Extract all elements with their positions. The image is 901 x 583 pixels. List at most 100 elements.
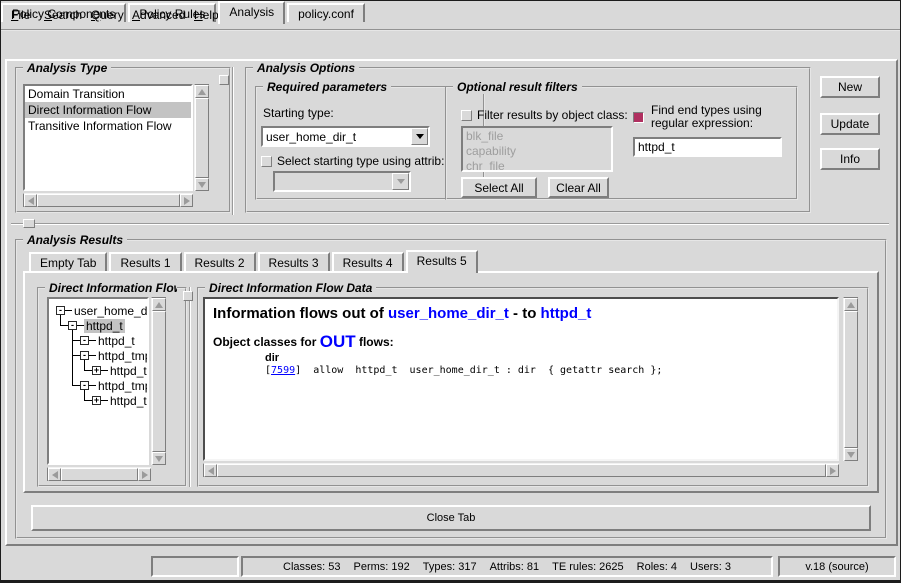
tree-node-label[interactable]: httpd_t bbox=[96, 334, 137, 348]
tab-analysis[interactable]: Analysis bbox=[218, 1, 285, 24]
attrib-checkbox-row: Select starting type using attrib: bbox=[261, 154, 444, 168]
horizontal-sash[interactable] bbox=[11, 223, 889, 225]
vertical-sash[interactable] bbox=[189, 287, 191, 487]
filter-by-object-class-label: Filter results by object class: bbox=[477, 108, 628, 122]
menu-bar: File Search Query Advanced Help bbox=[1, 1, 900, 31]
scroll-left-icon[interactable] bbox=[48, 468, 61, 481]
menu-search[interactable]: Search bbox=[44, 8, 82, 22]
find-end-types-checkbox[interactable] bbox=[633, 112, 644, 123]
menu-query[interactable]: Query bbox=[91, 8, 124, 22]
sash-grip[interactable] bbox=[219, 75, 229, 85]
stat-classes: Classes: 53 bbox=[283, 561, 340, 573]
close-tab-button[interactable]: Close Tab bbox=[31, 505, 871, 531]
filter-checkbox-row: Filter results by object class: bbox=[461, 108, 628, 122]
flow-data-hscrollbar[interactable] bbox=[203, 463, 839, 477]
flow-heading: Information flows out of user_home_dir_t… bbox=[213, 305, 829, 322]
tree-node-label[interactable]: httpd_tmpfs_ bbox=[96, 379, 149, 393]
scroll-down-icon[interactable] bbox=[195, 178, 209, 191]
flow-data-textarea[interactable]: Information flows out of user_home_dir_t… bbox=[203, 297, 839, 461]
attrib-combobox-disabled[interactable] bbox=[273, 171, 411, 192]
scroll-left-icon[interactable] bbox=[24, 194, 37, 207]
dropdown-arrow-icon[interactable] bbox=[411, 128, 428, 145]
scrollbar-thumb[interactable] bbox=[37, 194, 180, 207]
flow-tree-vscrollbar[interactable] bbox=[151, 297, 166, 465]
stat-types: Types: 317 bbox=[423, 561, 477, 573]
scrollbar-thumb[interactable] bbox=[61, 468, 138, 481]
analysis-type-item[interactable]: Domain Transition bbox=[25, 86, 191, 102]
analysis-type-item[interactable]: Transitive Information Flow bbox=[25, 118, 191, 134]
regex-input[interactable]: httpd_t bbox=[633, 137, 782, 157]
filter-by-object-class-checkbox[interactable] bbox=[461, 110, 472, 121]
attrib-combobox-value bbox=[275, 173, 392, 190]
scroll-up-icon[interactable] bbox=[844, 298, 858, 311]
tree-node-label[interactable]: httpd_t bbox=[108, 394, 149, 408]
analysis-type-hscrollbar[interactable] bbox=[23, 193, 193, 207]
tree-collapse-icon[interactable]: - bbox=[68, 321, 77, 330]
menu-advanced[interactable]: Advanced bbox=[132, 8, 185, 22]
tab-results-2[interactable]: Results 2 bbox=[184, 252, 256, 271]
tree-collapse-icon[interactable]: - bbox=[80, 351, 89, 360]
info-button[interactable]: Info bbox=[820, 148, 880, 170]
scroll-right-icon[interactable] bbox=[180, 194, 193, 207]
starting-type-combobox[interactable]: user_home_dir_t bbox=[261, 126, 430, 147]
tree-node-label[interactable]: httpd_t bbox=[108, 364, 149, 378]
tree-node: + httpd_t bbox=[92, 363, 149, 378]
scroll-down-icon[interactable] bbox=[844, 448, 858, 461]
analysis-type-listbox: Domain Transition Direct Information Flo… bbox=[23, 84, 193, 191]
analysis-type-item-selected[interactable]: Direct Information Flow bbox=[25, 102, 191, 118]
tab-results-5[interactable]: Results 5 bbox=[406, 250, 478, 273]
starting-type-label: Starting type: bbox=[263, 106, 334, 120]
clear-all-button[interactable]: Clear All bbox=[548, 177, 609, 198]
analysis-type-vscrollbar[interactable] bbox=[194, 84, 209, 191]
sash-grip[interactable] bbox=[183, 291, 193, 301]
scroll-right-icon[interactable] bbox=[138, 468, 151, 481]
update-button[interactable]: Update bbox=[820, 113, 880, 135]
tree-node: - httpd_tmp_t bbox=[80, 348, 149, 363]
results-notebook-page: Direct Information Flow 1 bbox=[23, 271, 879, 493]
analysis-tab-page: Analysis Type Domain Transition Direct I… bbox=[5, 59, 898, 546]
scroll-right-icon[interactable] bbox=[826, 464, 839, 477]
flow-tree-group-label: Direct Information Flow 1 bbox=[45, 281, 177, 295]
scroll-up-icon[interactable] bbox=[152, 298, 166, 311]
scroll-down-icon[interactable] bbox=[152, 452, 166, 465]
object-class-item: chr_file bbox=[463, 158, 611, 172]
stat-perms: Perms: 192 bbox=[354, 561, 410, 573]
tree-node-label-selected[interactable]: httpd_t bbox=[84, 319, 125, 333]
dropdown-arrow-icon bbox=[392, 173, 409, 190]
flow-data-vscrollbar[interactable] bbox=[843, 297, 858, 461]
apol-window: File Search Query Advanced Help Policy C… bbox=[0, 0, 901, 583]
attrib-checkbox[interactable] bbox=[261, 156, 272, 167]
tab-results-1[interactable]: Results 1 bbox=[109, 252, 181, 271]
flow-data-group: Direct Information Flow Data Information… bbox=[197, 287, 869, 487]
select-all-button[interactable]: Select All bbox=[461, 177, 537, 198]
object-class-name: dir bbox=[265, 352, 829, 364]
tree-expand-icon[interactable]: + bbox=[92, 396, 101, 405]
menu-help[interactable]: Help bbox=[194, 8, 219, 22]
tab-results-4[interactable]: Results 4 bbox=[332, 252, 404, 271]
menu-file[interactable]: File bbox=[11, 8, 30, 22]
tree-node-label[interactable]: user_home_dir_t bbox=[72, 304, 149, 318]
sash-grip[interactable] bbox=[23, 219, 35, 228]
stat-attribs: Attribs: 81 bbox=[490, 561, 540, 573]
flow-tree-hscrollbar[interactable] bbox=[47, 467, 151, 481]
scrollbar-thumb[interactable] bbox=[844, 311, 858, 448]
tab-results-3[interactable]: Results 3 bbox=[258, 252, 330, 271]
scrollbar-thumb[interactable] bbox=[195, 98, 209, 178]
tree-expand-icon[interactable]: + bbox=[92, 366, 101, 375]
regex-input-value: httpd_t bbox=[635, 139, 780, 155]
tree-collapse-icon[interactable]: - bbox=[80, 336, 89, 345]
tree-collapse-icon[interactable]: - bbox=[80, 381, 89, 390]
rule-number-link[interactable]: 7599 bbox=[271, 365, 295, 376]
tab-empty-tab[interactable]: Empty Tab bbox=[29, 252, 107, 271]
vertical-sash[interactable] bbox=[232, 67, 234, 215]
scrollbar-thumb[interactable] bbox=[217, 464, 826, 477]
tree-collapse-icon[interactable]: - bbox=[56, 306, 65, 315]
scroll-left-icon[interactable] bbox=[204, 464, 217, 477]
analysis-results-group: Analysis Results Empty Tab Results 1 Res… bbox=[15, 239, 887, 539]
new-button[interactable]: New bbox=[820, 76, 880, 98]
scrollbar-thumb[interactable] bbox=[152, 311, 166, 452]
starting-type-value[interactable]: user_home_dir_t bbox=[263, 128, 411, 145]
tree-node-label[interactable]: httpd_tmp_t bbox=[96, 349, 149, 363]
scroll-up-icon[interactable] bbox=[195, 85, 209, 98]
analysis-results-label: Analysis Results bbox=[23, 233, 127, 247]
